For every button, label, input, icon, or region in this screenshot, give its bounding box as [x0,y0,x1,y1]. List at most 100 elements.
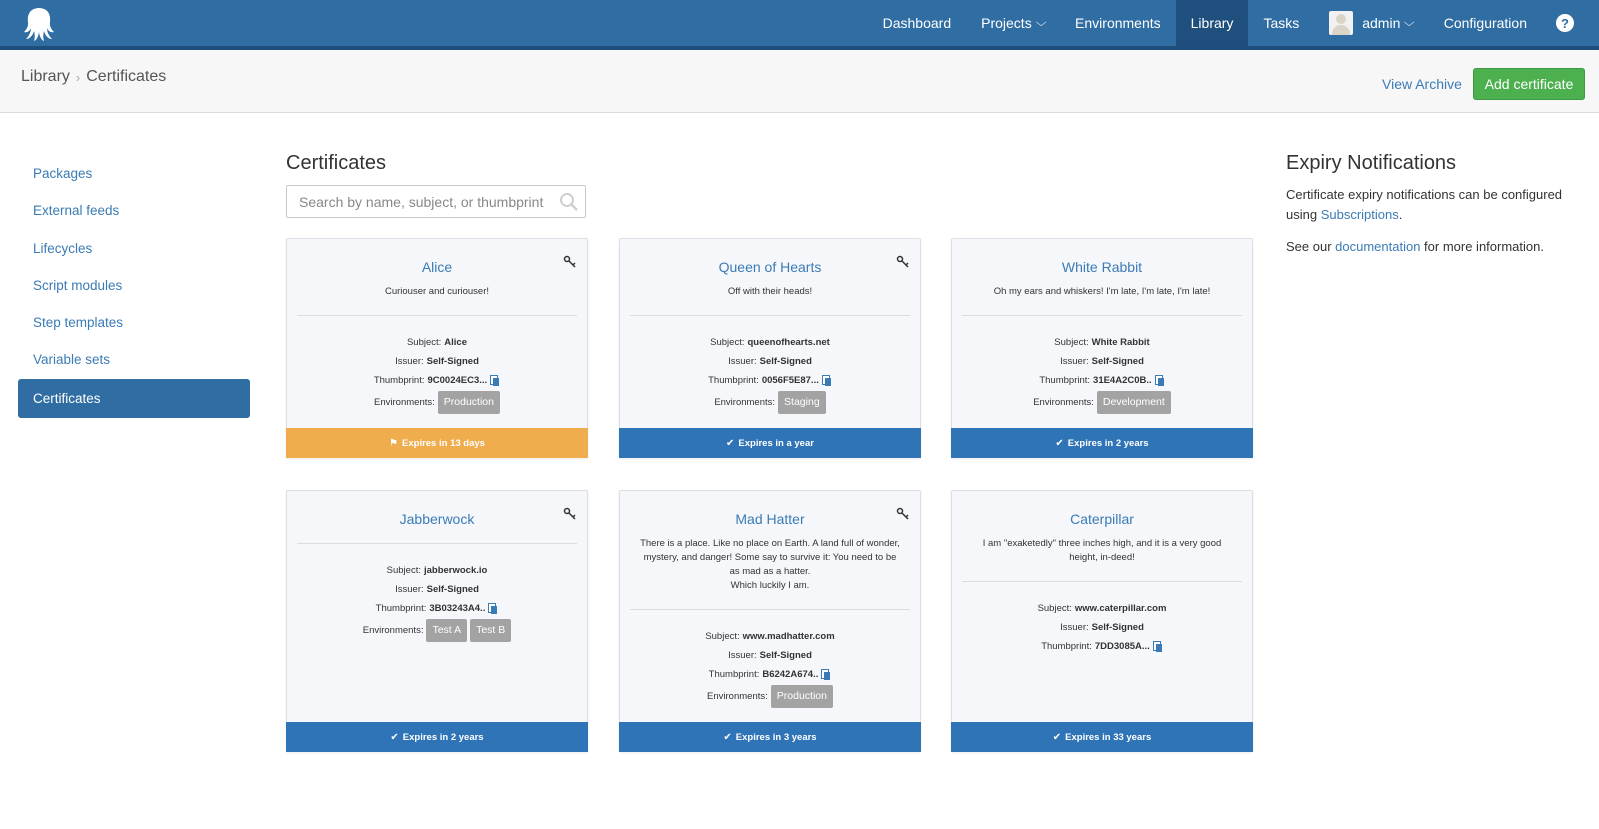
sidebar: Packages External feeds Lifecycles Scrip… [18,155,250,418]
issuer-label: Issuer: [728,650,757,661]
certificate-description: I am "exaketedly" three inches high, and… [982,538,1222,563]
environment-tag: Staging [778,390,826,414]
copy-icon[interactable] [1154,375,1165,386]
certificate-description: Curiouser and curiouser! [384,286,490,297]
sidebar-item-step-templates[interactable]: Step templates [18,304,250,341]
sidebar-item-script-modules[interactable]: Script modules [18,267,250,304]
add-certificate-button[interactable]: Add certificate [1473,68,1585,100]
certificate-name[interactable]: Jabberwock [287,511,587,527]
chevron-down-icon: ⌵ [1404,16,1415,29]
issuer-label: Issuer: [395,584,424,595]
sidebar-item-external-feeds[interactable]: External feeds [18,192,250,229]
page-header: Library › Certificates View Archive Add … [0,50,1599,113]
search-box [286,185,586,218]
issuer-value: Self-Signed [1091,622,1144,633]
issuer-row: Issuer: Self-Signed [620,646,920,665]
copy-icon[interactable] [821,669,831,680]
subject-row: Subject: jabberwock.io [287,561,587,580]
key-icon [896,255,909,268]
subject-label: Subject: [1054,337,1089,348]
top-nav: Dashboard Projects ⌵ Environments Library… [0,0,1599,46]
thumbprint-label: Thumbprint: [1039,375,1091,386]
expiry-text: Expires in a year [738,437,814,449]
check-icon: ✔ [723,731,732,743]
nav-user-menu[interactable]: admin ⌵ [1314,0,1428,46]
documentation-link[interactable]: documentation [1335,239,1420,254]
nav-library[interactable]: Library [1175,0,1249,46]
copy-icon[interactable] [490,375,500,386]
certificate-card-white-rabbit[interactable]: White Rabbit Oh my ears and whiskers! I'… [951,238,1253,458]
certificate-description: There is a place. Like no place on Earth… [640,538,900,591]
nav-projects[interactable]: Projects ⌵ [966,0,1060,46]
thumbprint-value: 9C0024EC3... [427,375,488,386]
key-icon [896,507,909,520]
certificate-name[interactable]: Alice [287,259,587,275]
sidebar-item-lifecycles[interactable]: Lifecycles [18,230,250,267]
divider [630,609,910,610]
certificate-name[interactable]: White Rabbit [952,259,1252,275]
thumbprint-row: Thumbprint: B6242A674.. [620,665,920,684]
nav-dashboard[interactable]: Dashboard [868,0,967,46]
documentation-text-before: See our [1286,239,1336,254]
view-archive-link[interactable]: View Archive [1382,76,1462,92]
certificate-name[interactable]: Queen of Hearts [620,259,920,275]
divider [962,581,1242,582]
copy-icon[interactable] [821,375,832,386]
flag-icon: ⚑ [389,437,399,449]
certificate-name[interactable]: Mad Hatter [620,511,920,527]
environment-tag: Development [1096,390,1171,414]
nav-tasks[interactable]: Tasks [1248,0,1314,46]
thumbprint-value: B6242A674.. [762,669,819,680]
nav-projects-label: Projects [981,15,1032,31]
search-input[interactable] [287,193,547,210]
issuer-label: Issuer: [1060,356,1089,367]
sidebar-item-certificates[interactable]: Certificates [18,378,250,418]
nav-help[interactable]: ? [1542,0,1599,46]
octopus-logo-icon[interactable] [22,6,56,42]
breadcrumb-library[interactable]: Library [21,68,70,86]
expiry-notifications-text: Certificate expiry notifications can be … [1286,185,1586,225]
certificate-description: Oh my ears and whiskers! I'm late, I'm l… [993,286,1211,297]
certificate-card-alice[interactable]: Alice Curiouser and curiouser! Subject: A… [286,238,588,458]
check-icon: ✔ [726,437,735,449]
thumbprint-value: 7DD3085A... [1094,641,1150,652]
environments-label: Environments: [374,396,435,408]
copy-icon[interactable] [1152,641,1163,652]
subject-label: Subject: [1037,603,1072,614]
page-title: Certificates [286,152,387,174]
environments-row: Environments: Production [620,684,920,708]
sidebar-item-packages[interactable]: Packages [18,155,250,192]
issuer-value: Self-Signed [426,584,479,595]
breadcrumb-separator: › [75,69,81,85]
certificate-card-jabberwock[interactable]: Jabberwock Subject: jabberwock.io Issuer:… [286,490,588,752]
thumbprint-row: Thumbprint: 0056F5E87... [620,371,920,390]
issuer-row: Issuer: Self-Signed [287,580,587,599]
thumbprint-value: 3B03243A4.. [429,603,486,614]
expiry-status-bar: ✔ Expires in a year [619,428,921,458]
subject-value: Alice [444,337,468,348]
divider [297,543,577,544]
subscriptions-link[interactable]: Subscriptions [1321,207,1399,222]
thumbprint-label: Thumbprint: [708,669,760,680]
documentation-text: See our documentation for more informati… [1286,239,1544,254]
sidebar-item-variable-sets[interactable]: Variable sets [18,341,250,378]
certificate-name[interactable]: Caterpillar [952,511,1252,527]
environments-label: Environments: [1033,396,1094,408]
subject-value: www.madhatter.com [742,631,835,642]
thumbprint-row: Thumbprint: 3B03243A4.. [287,599,587,618]
expiry-text: Expires in 3 years [735,731,817,743]
expiry-status-bar: ✔ Expires in 2 years [286,722,588,752]
environments-row: Environments: Test A Test B [287,618,587,642]
subject-value: queenofhearts.net [747,337,830,348]
subject-row: Subject: Alice [287,333,587,352]
certificate-card-mad-hatter[interactable]: Mad Hatter There is a place. Like no pla… [619,490,921,752]
certificate-card-caterpillar[interactable]: Caterpillar I am "exaketedly" three inch… [951,490,1253,752]
nav-configuration-label: Configuration [1443,15,1527,31]
breadcrumb-current: Certificates [86,68,167,85]
expiry-notifications-title: Expiry Notifications [1286,152,1457,174]
nav-environments[interactable]: Environments [1060,0,1176,46]
copy-icon[interactable] [488,603,498,614]
user-name: admin [1362,15,1401,31]
nav-configuration[interactable]: Configuration [1429,0,1542,46]
certificate-card-queen-of-hearts[interactable]: Queen of Hearts Off with their heads! Su… [619,238,921,458]
